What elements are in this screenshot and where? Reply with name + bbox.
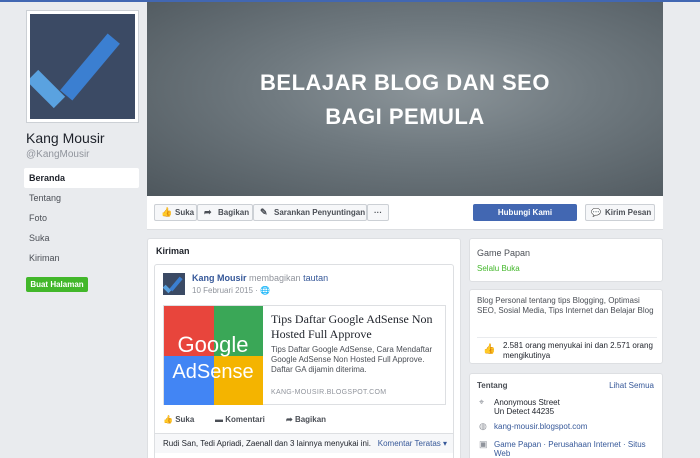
category-box: Game Papan Selalu Buka bbox=[469, 238, 663, 282]
profile-picture[interactable] bbox=[26, 10, 139, 123]
post-date-text: 10 Februari 2015 · bbox=[192, 286, 258, 295]
open-status: Selalu Buka bbox=[477, 264, 520, 273]
messenger-icon: 💬 bbox=[591, 208, 601, 217]
post-share-button[interactable]: ➦ Bagikan bbox=[286, 415, 326, 424]
map-pin-icon: ⌖ bbox=[479, 397, 485, 407]
nav-item-photos[interactable]: Foto bbox=[24, 208, 139, 228]
thumbs-up-icon: 👍 bbox=[163, 415, 173, 424]
post-like-label: Suka bbox=[175, 415, 195, 424]
share-page-label: Bagikan bbox=[218, 208, 250, 217]
post-comment-button[interactable]: ▬ Komentari bbox=[215, 415, 265, 424]
post-header: Kang Mousir membagikan tautan bbox=[192, 273, 328, 283]
nav-item-about[interactable]: Tentang bbox=[24, 188, 139, 208]
cover-photo[interactable]: BELAJAR BLOG DAN SEO BAGI PEMULA bbox=[147, 2, 663, 196]
suggest-edits-label: Sarankan Penyuntingan bbox=[274, 208, 366, 217]
link-card-url: KANG-MOUSIR.BLOGSPOT.COM bbox=[271, 389, 387, 396]
post-reactions-bar: Rudi San, Tedi Apriadi, Zaenall dan 3 la… bbox=[155, 433, 453, 453]
thumbnail-text-google: Google bbox=[178, 332, 249, 357]
posts-section: Kiriman Kang Mousir membagikan tautan 10… bbox=[147, 238, 461, 458]
comment-icon: ▬ bbox=[215, 415, 223, 424]
page-action-bar: 👍 Suka ➦ Bagikan ✎ Sarankan Penyuntingan… bbox=[147, 196, 663, 230]
page-category[interactable]: Game Papan bbox=[477, 248, 530, 258]
top-comments-dropdown[interactable]: Komentar Teratas ▾ bbox=[378, 439, 447, 448]
globe-icon: ◍ bbox=[479, 421, 487, 431]
post-likers-text[interactable]: Rudi San, Tedi Apriadi, Zaenall dan 3 la… bbox=[163, 439, 371, 448]
thumbnail-text-adsense: AdSense bbox=[172, 361, 253, 383]
about-summary-box: Blog Personal tentang tips Blogging, Opt… bbox=[469, 289, 663, 364]
likes-count-text: 2.581 orang menyukai ini dan 2.571 orang… bbox=[503, 341, 653, 360]
post-date[interactable]: 10 Februari 2015 · 🌐 bbox=[192, 286, 270, 295]
page-name[interactable]: Kang Mousir bbox=[26, 130, 105, 146]
adsense-thumbnail: Google AdSense bbox=[164, 306, 263, 405]
pencil-icon: ✎ bbox=[260, 207, 268, 217]
like-page-button[interactable]: 👍 Suka bbox=[154, 204, 197, 221]
checkmark-logo-icon bbox=[30, 14, 135, 119]
nav-item-posts[interactable]: Kiriman bbox=[24, 248, 139, 268]
cover-title-line-2: BAGI PEMULA bbox=[325, 104, 485, 129]
contact-us-button[interactable]: Hubungi Kami bbox=[473, 204, 577, 221]
suggest-edits-button[interactable]: ✎ Sarankan Penyuntingan bbox=[253, 204, 367, 221]
post-author-avatar[interactable] bbox=[163, 273, 185, 295]
post-author-name[interactable]: Kang Mousir bbox=[192, 273, 247, 283]
likes-summary: 👍 2.581 orang menyukai ini dan 2.571 ora… bbox=[477, 337, 657, 361]
about-details-box: Tentang Lihat Semua ⌖ Anonymous Street U… bbox=[469, 373, 663, 458]
link-card-description: Tips Daftar Google AdSense, Cara Mendaft… bbox=[271, 345, 433, 374]
post-like-button[interactable]: 👍 Suka bbox=[163, 415, 194, 424]
thumbs-up-icon: 👍 bbox=[161, 207, 173, 217]
post-card: Kang Mousir membagikan tautan 10 Februar… bbox=[154, 264, 454, 458]
post-link-word[interactable]: tautan bbox=[303, 273, 328, 283]
post-comment-label: Komentari bbox=[225, 415, 265, 424]
post-action-text: membagikan bbox=[249, 273, 301, 283]
nav-item-likes[interactable]: Suka bbox=[24, 228, 139, 248]
share-arrow-icon: ➦ bbox=[204, 207, 212, 217]
thumbs-up-icon: 👍 bbox=[483, 344, 496, 355]
categories-links[interactable]: Game Papan · Perusahaan Internet · Situs… bbox=[494, 440, 659, 458]
website-row: ◍ kang-mousir.blogspot.com bbox=[477, 421, 659, 432]
address-line-2: Un Detect 44235 bbox=[494, 407, 555, 416]
shared-link-card[interactable]: Google AdSense Tips Daftar Google AdSens… bbox=[163, 305, 446, 405]
about-description: Blog Personal tentang tips Blogging, Opt… bbox=[477, 296, 654, 315]
about-heading: Tentang bbox=[477, 381, 508, 390]
posts-title: Kiriman bbox=[156, 246, 190, 256]
categories-row: ▣ Game Papan · Perusahaan Internet · Sit… bbox=[477, 440, 659, 458]
see-all-link[interactable]: Lihat Semua bbox=[609, 381, 654, 390]
more-options-button[interactable]: ··· bbox=[367, 204, 389, 221]
tag-icon: ▣ bbox=[479, 439, 488, 449]
post-actions: 👍 Suka ▬ Komentari ➦ Bagikan bbox=[163, 415, 446, 431]
address-line-1: Anonymous Street bbox=[494, 398, 560, 407]
nav-item-home[interactable]: Beranda bbox=[24, 168, 139, 188]
share-page-button[interactable]: ➦ Bagikan bbox=[197, 204, 253, 221]
post-share-label: Bagikan bbox=[294, 415, 327, 424]
share-arrow-icon: ➦ bbox=[286, 415, 293, 424]
link-card-title: Tips Daftar Google AdSense Non Hosted Fu… bbox=[271, 312, 433, 341]
left-nav: Beranda Tentang Foto Suka Kiriman bbox=[24, 168, 139, 268]
send-message-label: Kirim Pesan bbox=[605, 208, 652, 217]
globe-icon: 🌐 bbox=[260, 286, 271, 295]
send-message-button[interactable]: 💬 Kirim Pesan bbox=[585, 204, 655, 221]
cover-title-line-1: BELAJAR BLOG DAN SEO bbox=[260, 70, 550, 95]
website-link[interactable]: kang-mousir.blogspot.com bbox=[494, 422, 659, 431]
address-row: ⌖ Anonymous Street Un Detect 44235 bbox=[477, 397, 659, 417]
page-handle: @KangMousir bbox=[26, 149, 90, 160]
create-page-button[interactable]: Buat Halaman bbox=[26, 277, 88, 292]
cover-title: BELAJAR BLOG DAN SEO BAGI PEMULA bbox=[147, 66, 663, 134]
like-page-label: Suka bbox=[175, 208, 195, 217]
